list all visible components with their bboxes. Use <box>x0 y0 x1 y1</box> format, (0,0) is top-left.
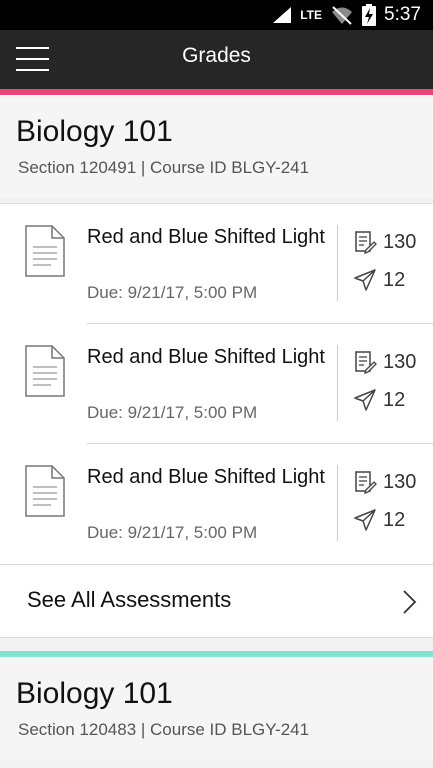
stats-divider <box>337 345 338 421</box>
assessment-title: Red and Blue Shifted Light <box>87 346 325 368</box>
page-title: Grades <box>182 44 251 67</box>
stats-divider <box>337 225 338 301</box>
network-type-label: LTE <box>300 8 323 22</box>
clock: 5:37 <box>384 4 421 25</box>
paper-plane-icon <box>354 509 376 531</box>
submitted-count: 12 <box>353 268 405 292</box>
graded-list-icon <box>355 231 377 254</box>
assessment-item[interactable]: Red and Blue Shifted Light Due: 9/21/17,… <box>0 204 433 324</box>
graded-count: 130 <box>353 470 416 494</box>
submitted-count-value: 12 <box>383 508 406 531</box>
assessment-item[interactable]: Red and Blue Shifted Light Due: 9/21/17,… <box>0 324 433 444</box>
course-subtitle: Section 120483 | Course ID BLGY-241 <box>18 720 310 739</box>
document-icon <box>25 465 65 517</box>
document-icon <box>25 345 65 397</box>
assessment-title: Red and Blue Shifted Light <box>87 466 325 488</box>
signal-icon <box>273 7 292 23</box>
status-bar: LTE 5:37 <box>0 0 433 30</box>
assessment-due-date: Due: 9/21/17, 5:00 PM <box>87 403 258 422</box>
submitted-count-value: 12 <box>383 388 406 411</box>
graded-count-value: 130 <box>383 470 417 493</box>
status-icons: LTE 5:37 <box>272 4 421 26</box>
course-header[interactable]: Biology 101 Section 120491 | Course ID B… <box>0 95 433 198</box>
assessment-due-date: Due: 9/21/17, 5:00 PM <box>87 523 258 542</box>
course-title: Biology 101 <box>16 677 173 710</box>
see-all-label: See All Assessments <box>27 587 232 612</box>
see-all-assessments-button[interactable]: See All Assessments <box>0 564 433 639</box>
graded-list-icon <box>355 471 377 494</box>
graded-count-value: 130 <box>383 230 417 253</box>
document-icon <box>25 225 65 277</box>
assessment-title: Red and Blue Shifted Light <box>87 226 325 248</box>
graded-count: 130 <box>353 230 416 254</box>
paper-plane-icon <box>354 269 376 291</box>
submitted-count: 12 <box>353 508 405 532</box>
course-header[interactable]: Biology 101 Section 120483 | Course ID B… <box>0 657 433 760</box>
graded-count-value: 130 <box>383 350 417 373</box>
paper-plane-icon <box>354 389 376 411</box>
course-subtitle: Section 120491 | Course ID BLGY-241 <box>18 158 310 177</box>
submitted-count-value: 12 <box>383 268 406 291</box>
chevron-right-icon <box>403 590 417 614</box>
graded-count: 130 <box>353 350 416 374</box>
assessment-item[interactable]: Red and Blue Shifted Light Due: 9/21/17,… <box>0 444 433 564</box>
submitted-count: 12 <box>353 388 405 412</box>
assessments-card: Red and Blue Shifted Light Due: 9/21/17,… <box>0 203 433 638</box>
app-bar: Grades <box>0 30 433 89</box>
graded-list-icon <box>355 351 377 374</box>
assessment-due-date: Due: 9/21/17, 5:00 PM <box>87 283 258 302</box>
course-title: Biology 101 <box>16 115 173 148</box>
wifi-off-icon <box>332 6 353 25</box>
stats-divider <box>337 465 338 541</box>
battery-charging-icon <box>362 4 377 26</box>
